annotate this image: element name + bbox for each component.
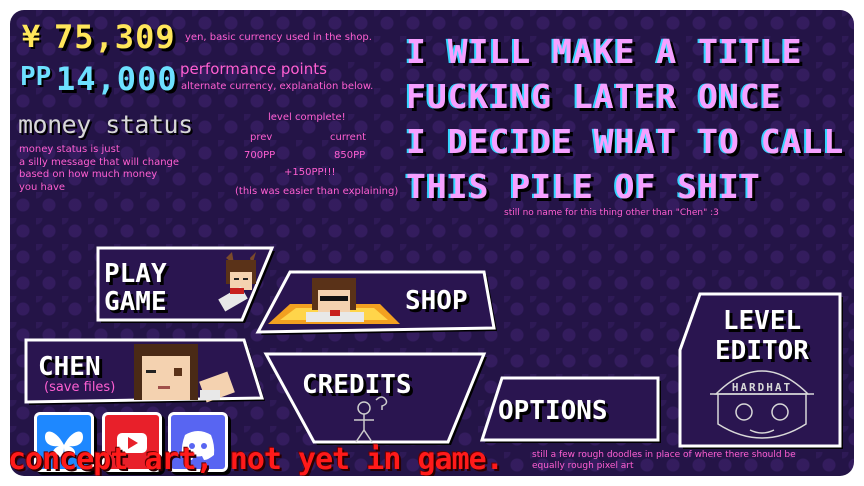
level-editor-label: LEVEL EDITOR	[676, 306, 848, 366]
money-status-note-line: you have	[19, 181, 66, 193]
money-status-note-line: based on how much money	[19, 169, 158, 180]
level-editor-button[interactable]: LEVEL EDITOR HARDHAT	[676, 290, 848, 452]
title-line: FUCKING LATER ONCE	[406, 77, 782, 116]
title-line: I WILL MAKE A TITLE	[406, 32, 803, 71]
current-label: current	[330, 132, 367, 143]
credits-button[interactable]: CREDITS	[262, 350, 492, 448]
options-label: OPTIONS	[498, 396, 608, 426]
money-status-note-line: a silly message that will change	[19, 156, 180, 168]
pp-title: performance points	[180, 60, 327, 78]
title-line: I DECIDE WHAT TO CALL	[406, 122, 845, 161]
title-line: THIS PILE OF SHIT	[406, 167, 761, 206]
current-value: 850PP	[334, 150, 366, 161]
chen-label: CHEN	[38, 352, 101, 382]
money-status-title: money status	[18, 110, 193, 139]
play-label-line: PLAY	[104, 259, 167, 289]
screenshot-frame: ¥ 75,309 yen, basic currency used in the…	[0, 0, 864, 486]
money-status-note-line: money status is just	[19, 144, 120, 155]
level-complete-heading: level complete!	[268, 112, 346, 123]
chen-save-files-button[interactable]: CHEN (save files)	[22, 336, 272, 408]
editor-label-line: EDITOR	[715, 336, 809, 366]
hardhat-label: HARDHAT	[731, 381, 793, 394]
save-files-label: (save files)	[44, 380, 116, 395]
prev-label: prev	[250, 132, 273, 143]
main-menu-screen: ¥ 75,309 yen, basic currency used in the…	[10, 10, 854, 476]
yen-symbol-icon: ¥	[22, 20, 41, 55]
pp-balance: 14,000	[56, 60, 178, 98]
level-aside: (this was easier than explaining)	[235, 186, 399, 197]
money-status-note: money status is just a silly message tha…	[19, 144, 179, 194]
game-label-line: GAME	[104, 287, 167, 317]
doodle-note: still a few rough doodles in place of wh…	[532, 450, 796, 472]
shop-button[interactable]: SHOP	[250, 268, 500, 338]
pp-note: alternate currency, explanation below.	[181, 81, 374, 92]
yen-balance: 75,309	[54, 18, 176, 56]
yen-note: yen, basic currency used in the shop.	[185, 32, 372, 43]
level-label-line: LEVEL	[722, 306, 802, 336]
concept-art-banner: concept art, not yet in game.	[10, 442, 504, 476]
options-button[interactable]: OPTIONS	[478, 374, 668, 446]
play-game-label: PLAY GAME	[104, 260, 167, 316]
title-note: still no name for this thing other than …	[504, 208, 719, 218]
credits-label: CREDITS	[302, 370, 412, 400]
doodle-note-line: still a few rough doodles in place of wh…	[532, 450, 796, 460]
pp-symbol-icon: PP	[20, 62, 52, 92]
doodle-note-line: equally rough pixel art	[532, 461, 634, 471]
prev-value: 700PP	[244, 150, 276, 161]
pp-gain: +150PP!!!	[284, 167, 336, 178]
shop-label: SHOP	[405, 286, 468, 316]
